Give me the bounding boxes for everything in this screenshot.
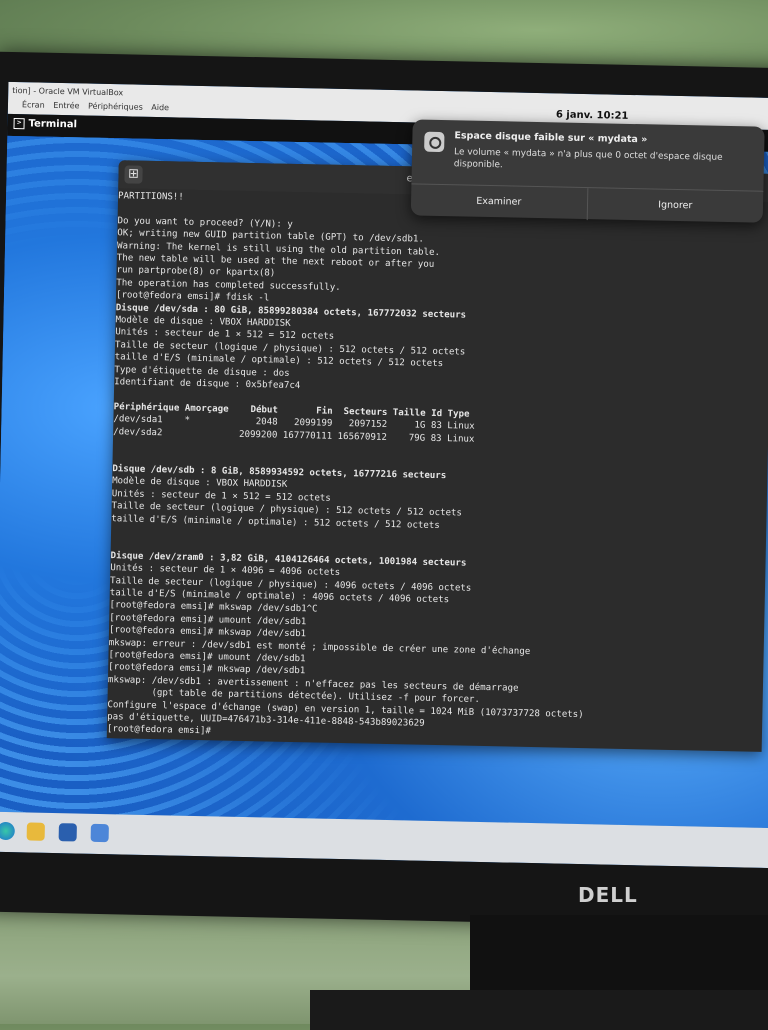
virtualbox-icon[interactable] [58,823,77,842]
examine-button[interactable]: Examiner [410,184,588,221]
terminal-window[interactable]: ⊞ e PARTITIONS!! Do you want to proceed?… [106,160,768,752]
folder-icon[interactable] [26,822,45,841]
fedora-icon[interactable] [90,823,109,843]
app-name: Terminal [28,118,78,131]
vbox-menus: Écran Entrée Périphériques Aide [22,100,175,112]
terminal-output[interactable]: PARTITIONS!! Do you want to proceed? (Y/… [107,188,768,749]
menu-ecran[interactable]: Écran [22,100,45,109]
dell-logo: DELL [578,883,638,907]
terminal-icon: > [13,118,25,130]
desktop: ⊞ e PARTITIONS!! Do you want to proceed?… [0,119,768,829]
ignore-button[interactable]: Ignorer [587,188,763,224]
notification-message: Le volume « mydata » n'a plus que 0 octe… [453,147,723,171]
monitor: tion] - Oracle VM VirtualBox Écran Entré… [0,51,768,929]
activities-app[interactable]: > Terminal [13,118,77,130]
vbox-window-title: tion] - Oracle VM VirtualBox [12,86,124,98]
menu-peripheriques[interactable]: Périphériques [88,102,143,112]
new-tab-button[interactable]: ⊞ [124,165,143,184]
monitor-base [310,990,768,1030]
screen: tion] - Oracle VM VirtualBox Écran Entré… [0,81,768,869]
clock[interactable]: 6 janv. 10:21 [556,109,629,122]
menu-aide[interactable]: Aide [151,103,169,112]
notification[interactable]: Espace disque faible sur « mydata » Le v… [410,119,765,224]
disk-icon [424,131,445,153]
notification-title: Espace disque faible sur « mydata » [454,130,648,146]
edge-icon[interactable] [0,821,15,841]
menu-entree[interactable]: Entrée [53,101,79,111]
